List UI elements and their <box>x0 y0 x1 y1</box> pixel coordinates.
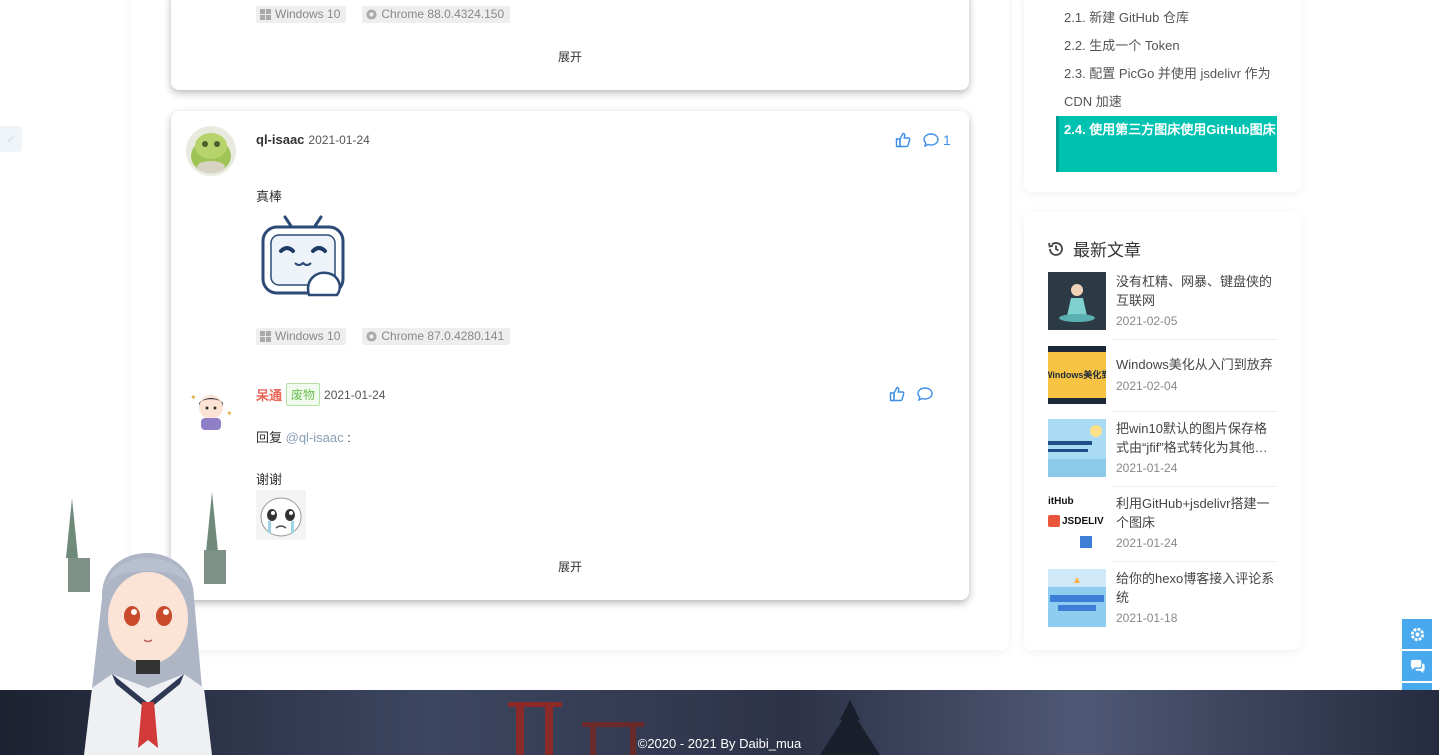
post-title[interactable]: 利用GitHub+jsdelivr搭建一个图床 <box>1116 494 1277 532</box>
post-date: 2021-02-05 <box>1116 314 1178 328</box>
chat-icon <box>1410 659 1425 673</box>
gear-icon <box>1410 627 1424 641</box>
post-date: 2021-01-18 <box>1116 611 1178 625</box>
live2d-mascot-image <box>66 492 226 755</box>
thumbs-up-icon[interactable] <box>895 132 911 148</box>
post-thumbnail[interactable]: itHub JSDELIV <box>1048 494 1106 552</box>
comment-meta: ql-isaac 2021-01-24 <box>256 132 370 147</box>
recent-post[interactable]: 把win10默认的图片保存格式由“jfif”格式转化为其他… 2021-01-2… <box>1048 419 1277 485</box>
post-thumbnail[interactable] <box>1048 272 1106 330</box>
toc-item-2-3[interactable]: 2.3. 配置 PicGo 并使用 jsdelivr 作为 CDN 加速 <box>1064 60 1279 116</box>
side-check-icon[interactable]: ✓ <box>0 126 22 152</box>
post-thumbnail[interactable]: Windows美化到 <box>1048 346 1106 404</box>
crying-sticker <box>256 490 306 540</box>
svg-text:✦: ✦ <box>226 409 233 418</box>
thumbs-up-icon[interactable] <box>889 386 905 402</box>
picgo-logo-icon <box>1080 536 1092 548</box>
comment-nick[interactable]: ql-isaac <box>256 132 304 147</box>
cartoon-avatar-icon: ✦ ✦ <box>186 386 236 436</box>
post-date: 2021-01-24 <box>1116 461 1178 475</box>
history-icon <box>1048 241 1063 256</box>
expand-link[interactable]: 展开 <box>171 48 969 65</box>
frog-avatar-icon <box>186 126 236 176</box>
post-divider <box>1112 339 1277 340</box>
reply-actions <box>889 386 933 402</box>
browser-tag: Chrome 88.0.4324.150 <box>362 6 511 23</box>
reply-date: 2021-01-24 <box>324 387 386 402</box>
comment-card-previous: Windows 10 Chrome 88.0.4324.150 展开 <box>171 0 969 90</box>
reply-avatar[interactable]: ✦ ✦ <box>186 386 236 436</box>
windows-icon <box>260 9 271 20</box>
svg-text:✦: ✦ <box>190 393 197 402</box>
os-tag: Windows 10 <box>256 328 347 345</box>
post-thumbnail[interactable] <box>1048 569 1106 627</box>
post-divider <box>1112 486 1277 487</box>
comment-actions: 1 <box>895 132 951 148</box>
browser-tag: Chrome 87.0.4280.141 <box>362 328 511 345</box>
chat-button[interactable] <box>1402 651 1432 681</box>
recent-post[interactable]: 给你的hexo博客接入评论系统 2021-01-18 <box>1048 569 1277 635</box>
jsdelivr-logo-icon <box>1048 515 1060 527</box>
reply-text-line: 回复 @ql-isaac : <box>256 430 351 445</box>
reply-meta: 呆通 废物 2021-01-24 <box>256 383 385 406</box>
windows-icon <box>260 331 271 342</box>
post-title[interactable]: 把win10默认的图片保存格式由“jfif”格式转化为其他… <box>1116 419 1277 457</box>
reply-count: 1 <box>943 132 951 148</box>
recent-post[interactable]: Windows美化到 Windows美化从入门到放弃 2021-02-04 <box>1048 346 1277 412</box>
mascot-character[interactable] <box>62 488 232 755</box>
recent-post[interactable]: itHub JSDELIV 利用GitHub+jsdelivr搭建一个图床 20… <box>1048 494 1277 560</box>
os-tag: Windows 10 <box>256 6 347 23</box>
bilibili-tv-emoticon <box>257 211 349 303</box>
user-badge: 废物 <box>286 383 321 406</box>
recent-post[interactable]: 没有杠精、网暴、键盘侠的互联网 2021-02-05 <box>1048 272 1277 338</box>
toc-item-2-4-active[interactable]: 2.4. 使用第三方图床使用GitHub图床 <box>1056 116 1277 172</box>
post-title[interactable]: 没有杠精、网暴、键盘侠的互联网 <box>1116 272 1277 310</box>
comment-tags: Windows 10 Chrome 87.0.4280.141 <box>256 328 511 345</box>
post-divider <box>1112 411 1277 412</box>
post-title[interactable]: Windows美化从入门到放弃 <box>1116 355 1277 374</box>
chrome-icon <box>366 331 377 342</box>
avatar[interactable] <box>186 126 236 176</box>
comment-icon[interactable] <box>917 386 933 402</box>
comment-tags: Windows 10 Chrome 88.0.4324.150 <box>256 6 511 23</box>
comment-icon <box>923 133 939 148</box>
comment-text: 真棒 <box>256 189 283 204</box>
toc-item-2-1[interactable]: 2.1. 新建 GitHub 仓库 <box>1064 4 1279 32</box>
post-date: 2021-01-24 <box>1116 536 1178 550</box>
post-date: 2021-02-04 <box>1116 379 1178 393</box>
toc-item-2-2[interactable]: 2.2. 生成一个 Token <box>1064 32 1279 60</box>
post-thumbnail[interactable] <box>1048 419 1106 477</box>
reply-button[interactable]: 1 <box>923 132 951 148</box>
expand-link[interactable]: 展开 <box>171 558 969 575</box>
reply-text: 谢谢 <box>256 472 283 487</box>
mention-link[interactable]: @ql-isaac <box>286 430 344 445</box>
settings-button[interactable] <box>1402 619 1432 649</box>
recent-posts-title: 最新文章 <box>1047 236 1141 261</box>
post-title[interactable]: 给你的hexo博客接入评论系统 <box>1116 569 1277 607</box>
post-divider <box>1112 561 1277 562</box>
chrome-icon <box>366 9 377 20</box>
comment-date: 2021-01-24 <box>308 132 370 147</box>
comment-card: ql-isaac 2021-01-24 1 真棒 Windows 10 Chro… <box>171 111 969 600</box>
reply-nick[interactable]: 呆通 <box>256 385 282 404</box>
